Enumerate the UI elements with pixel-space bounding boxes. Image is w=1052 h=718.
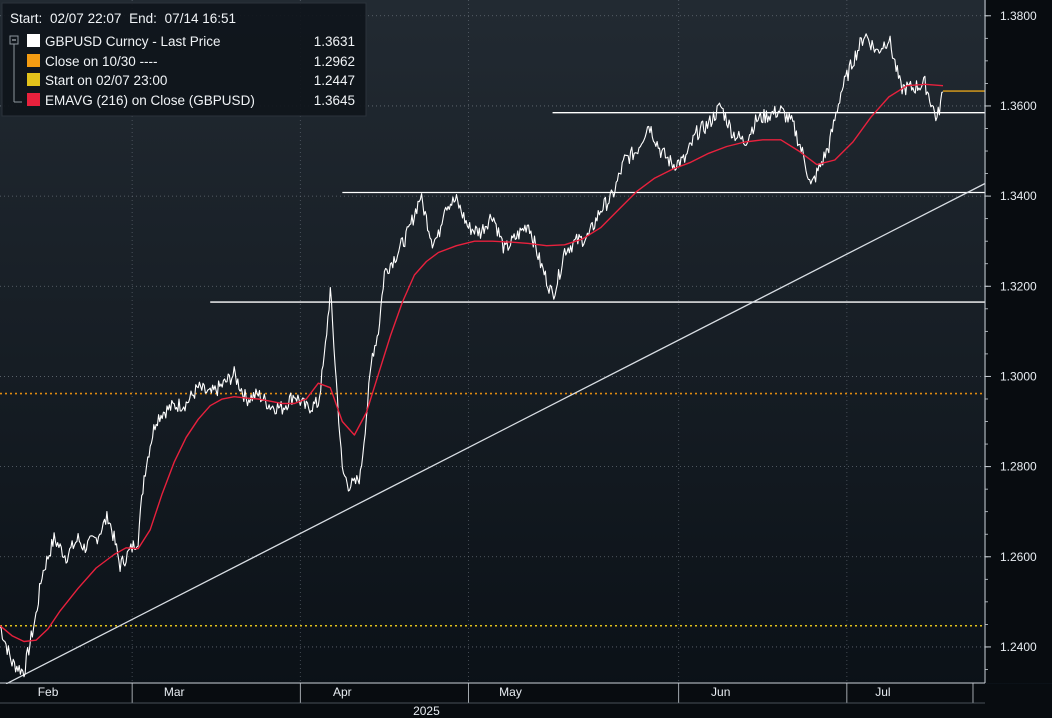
legend-value-start: 1.2447 [314, 73, 355, 88]
x-tick-label: Mar [164, 685, 185, 699]
header-start-label: Start: [10, 11, 42, 26]
gbpusd-chart: 1.3800 1.3600 1.3400 1.3200 1.3000 1.2800 1.26… [0, 0, 1052, 718]
legend-value-emavg: 1.3645 [314, 93, 355, 108]
legend-header: Start: 02/07 22:07 End: 07/14 16:51 [10, 11, 236, 26]
x-tick-label: Feb [38, 685, 59, 699]
y-tick-label: 1.2800 [1000, 460, 1037, 474]
legend-swatch-start [27, 73, 40, 86]
legend-swatch-emavg [27, 93, 40, 106]
legend-value-close: 1.2962 [314, 54, 355, 69]
x-tick-label: May [499, 685, 522, 699]
header-start-value: 02/07 22:07 [50, 11, 121, 26]
x-tick-label: Jul [875, 685, 890, 699]
legend-label-start: Start on 02/07 23:00 [45, 73, 167, 88]
y-tick-label: 1.2600 [1000, 550, 1037, 564]
legend-label-last-price: GBPUSD Curncy - Last Price [45, 34, 221, 49]
y-tick-label: 1.2400 [1000, 640, 1037, 654]
y-tick-label: 1.3000 [1000, 369, 1037, 383]
y-tick-label: 1.3400 [1000, 189, 1037, 203]
legend-swatch-last-price [27, 34, 40, 47]
legend-label-emavg: EMAVG (216) on Close (GBPUSD) [45, 93, 255, 108]
y-tick-label: 1.3800 [1000, 9, 1037, 23]
x-tick-label: Apr [333, 685, 352, 699]
header-end-label: End: [129, 11, 157, 26]
legend: Start: 02/07 22:07 End: 07/14 16:51 GBPU… [1, 2, 367, 117]
legend-value-last-price: 1.3631 [314, 34, 355, 49]
header-end-value: 07/14 16:51 [165, 11, 236, 26]
legend-label-close: Close on 10/30 ---- [45, 54, 158, 69]
chart-root: 1.3800 1.3600 1.3400 1.3200 1.3000 1.2800 1.26… [0, 0, 1052, 718]
y-tick-label: 1.3600 [1000, 99, 1037, 113]
x-tick-label: Jun [711, 685, 730, 699]
x-year-label: 2025 [413, 704, 440, 718]
y-tick-label: 1.3200 [1000, 279, 1037, 293]
x-axis-panel [0, 684, 1052, 718]
legend-swatch-close [27, 54, 40, 67]
